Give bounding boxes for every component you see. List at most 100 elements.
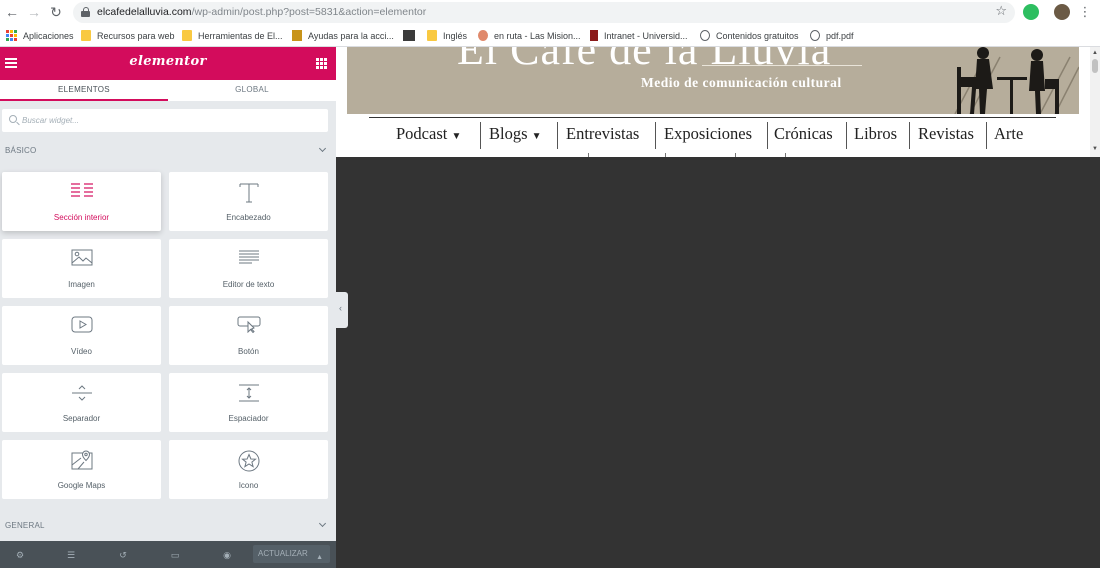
site-banner: El Café de la Lluvia Medio de comunicaci… xyxy=(347,47,1079,114)
widget-inner-section[interactable]: Sección interior xyxy=(2,172,161,231)
menu-separator xyxy=(665,153,666,157)
widget-spacer[interactable]: Espaciador xyxy=(169,373,328,432)
widget-google-maps[interactable]: Google Maps xyxy=(2,440,161,499)
scroll-down-icon[interactable]: ▼ xyxy=(1092,146,1098,152)
tab-global[interactable]: GLOBAL xyxy=(168,80,336,101)
category-basic[interactable]: BÁSICO xyxy=(0,139,336,161)
panel-header: elementor xyxy=(0,47,336,80)
heading-icon xyxy=(239,183,258,203)
widgets-grid-icon[interactable] xyxy=(316,58,327,69)
reload-icon[interactable]: ↻ xyxy=(47,3,65,21)
bookmark-ingles[interactable]: Inglés xyxy=(427,30,467,41)
widget-search-input[interactable] xyxy=(22,113,312,128)
menu-item-revistas[interactable]: Revistas xyxy=(918,124,974,144)
scroll-up-icon[interactable]: ▲ xyxy=(1092,50,1098,56)
widget-label: Sección interior xyxy=(53,213,110,222)
responsive-desktop-icon[interactable]: ▭ xyxy=(169,549,181,561)
menu-item-exposiciones[interactable]: Exposiciones xyxy=(664,124,752,144)
folder-icon xyxy=(81,30,91,41)
chevron-down-icon xyxy=(318,519,327,528)
preview-scrollbar[interactable]: ▲ ▼ xyxy=(1090,47,1100,157)
widget-divider[interactable]: Separador xyxy=(2,373,161,432)
bookmark-label: Contenidos gratuitos xyxy=(716,30,799,41)
menu-item-podcast[interactable]: Podcast ▼ xyxy=(396,124,461,144)
chevron-left-icon: ‹ xyxy=(339,303,342,313)
evernote-extension-icon[interactable] xyxy=(1023,4,1039,20)
category-general[interactable]: GENERAL xyxy=(0,514,336,536)
bookmark-label: en ruta - Las Mision... xyxy=(494,30,581,41)
category-title: BÁSICO xyxy=(5,146,37,155)
menu-separator xyxy=(767,122,768,149)
button-icon xyxy=(237,316,260,333)
menu-separator xyxy=(986,122,987,149)
site-preview[interactable]: El Café de la Lluvia Medio de comunicaci… xyxy=(336,47,1090,157)
bookmark-label: Intranet - Universid... xyxy=(604,30,688,41)
widget-label: Encabezado xyxy=(226,213,271,222)
bookmark-pdf[interactable]: pdf.pdf xyxy=(810,30,854,41)
widget-icon[interactable]: Icono xyxy=(169,440,328,499)
bookmark-ayudas[interactable]: Ayudas para la acci... xyxy=(292,30,394,41)
widget-label: Google Maps xyxy=(57,481,106,490)
menu-item-libros[interactable]: Libros xyxy=(854,124,897,144)
widget-label: Espaciador xyxy=(228,414,269,423)
update-button[interactable]: ACTUALIZAR ▲ xyxy=(253,545,330,563)
folder-icon xyxy=(427,30,437,41)
tab-elementos[interactable]: ELEMENTOS xyxy=(0,80,168,101)
apps-icon xyxy=(6,30,17,41)
menu-item-entrevistas[interactable]: Entrevistas xyxy=(566,124,639,144)
bookmarks-bar: Aplicaciones Recursos para web Herramien… xyxy=(0,25,1100,47)
profile-avatar[interactable] xyxy=(1054,4,1070,20)
panel-tabs: ELEMENTOS GLOBAL xyxy=(0,80,336,101)
menu-item-blogs[interactable]: Blogs ▼ xyxy=(489,124,542,144)
panel-collapse-toggle[interactable]: ‹ xyxy=(336,292,348,328)
bookmark-favicon[interactable] xyxy=(403,30,421,41)
menu-item-cronicas[interactable]: Crónicas xyxy=(774,124,833,144)
site-subtitle: Medio de comunicación cultural xyxy=(641,75,842,90)
bookmark-en-ruta[interactable]: en ruta - Las Mision... xyxy=(478,30,581,41)
chevron-down-icon xyxy=(318,144,327,153)
site-main-menu: Podcast ▼ Blogs ▼ Entrevistas Exposicion… xyxy=(369,117,1056,157)
video-icon xyxy=(71,316,92,333)
site-favicon-icon xyxy=(478,30,488,41)
site-favicon-icon xyxy=(590,30,598,41)
menu-separator xyxy=(480,122,481,149)
widget-text-editor[interactable]: Editor de texto xyxy=(169,239,328,298)
widget-heading[interactable]: Encabezado xyxy=(169,172,328,231)
back-icon[interactable]: ← xyxy=(3,3,21,21)
menu-separator xyxy=(846,122,847,149)
bookmark-recursos[interactable]: Recursos para web xyxy=(81,30,175,41)
bookmark-apps[interactable]: Aplicaciones xyxy=(6,30,74,41)
scrollbar-thumb[interactable] xyxy=(1092,59,1098,73)
update-label: ACTUALIZAR xyxy=(258,549,308,558)
widget-label: Icono xyxy=(238,481,259,490)
address-bar[interactable]: elcafedelalluvia.com/wp-admin/post.php?p… xyxy=(73,2,1015,23)
url-path: /wp-admin/post.php?post=5831&action=elem… xyxy=(191,6,427,18)
navigator-layers-icon[interactable]: ☰ xyxy=(65,549,77,561)
forward-icon[interactable]: → xyxy=(25,3,43,21)
bookmark-contenidos[interactable]: Contenidos gratuitos xyxy=(700,30,799,41)
history-icon[interactable]: ↺ xyxy=(117,549,129,561)
widget-button[interactable]: Botón xyxy=(169,306,328,365)
menu-separator xyxy=(557,122,558,149)
chevron-up-icon[interactable]: ▲ xyxy=(316,549,323,567)
site-favicon-icon xyxy=(292,30,302,41)
menu-label: Podcast xyxy=(396,124,448,143)
bookmark-label: Aplicaciones xyxy=(23,30,74,41)
menu-item-arte[interactable]: Arte xyxy=(994,124,1023,144)
bookmark-intranet[interactable]: Intranet - Universid... xyxy=(590,30,688,41)
menu-separator xyxy=(909,122,910,149)
browser-menu-icon[interactable]: ⋮ xyxy=(1076,3,1094,21)
preview-eye-icon[interactable]: ◉ xyxy=(221,549,233,561)
widget-video[interactable]: Vídeo xyxy=(2,306,161,365)
bookmark-star-icon[interactable]: ☆ xyxy=(995,3,1007,19)
search-icon xyxy=(9,115,17,123)
cafe-silhouette-illustration xyxy=(954,47,1079,114)
menu-separator xyxy=(785,153,786,157)
settings-gear-icon[interactable]: ⚙ xyxy=(14,549,26,561)
site-favicon-icon xyxy=(403,30,415,41)
spacer-icon xyxy=(238,384,259,402)
widget-label: Vídeo xyxy=(71,347,92,356)
text-editor-icon xyxy=(238,250,259,264)
bookmark-herramientas[interactable]: Herramientas de El... xyxy=(182,30,283,41)
widget-image[interactable]: Imagen xyxy=(2,239,161,298)
